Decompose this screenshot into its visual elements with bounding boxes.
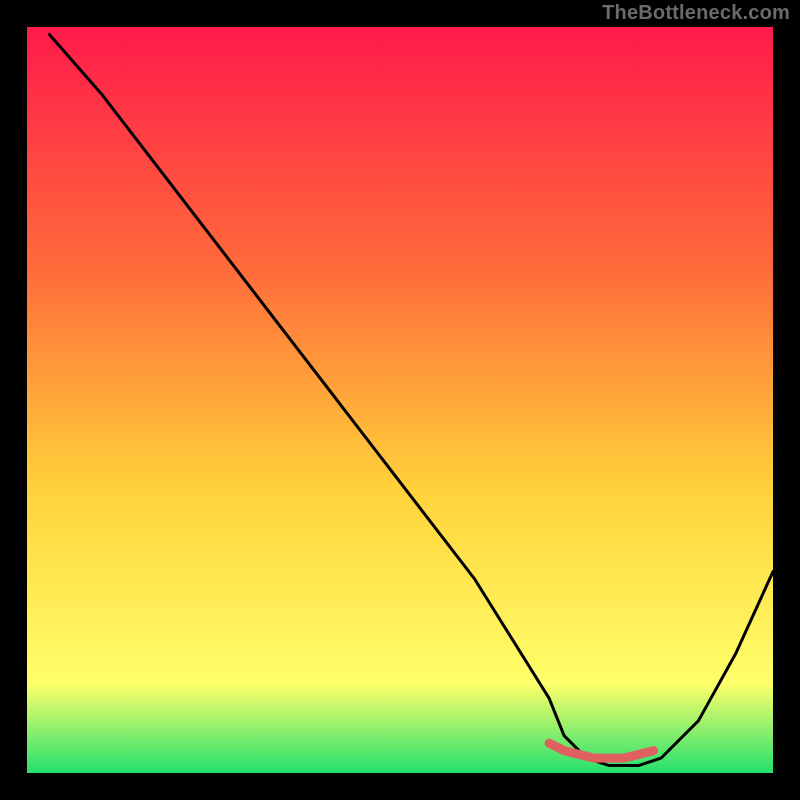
plot-background [27, 27, 773, 773]
attribution-text: TheBottleneck.com [602, 2, 790, 25]
bottleneck-chart [0, 0, 800, 800]
